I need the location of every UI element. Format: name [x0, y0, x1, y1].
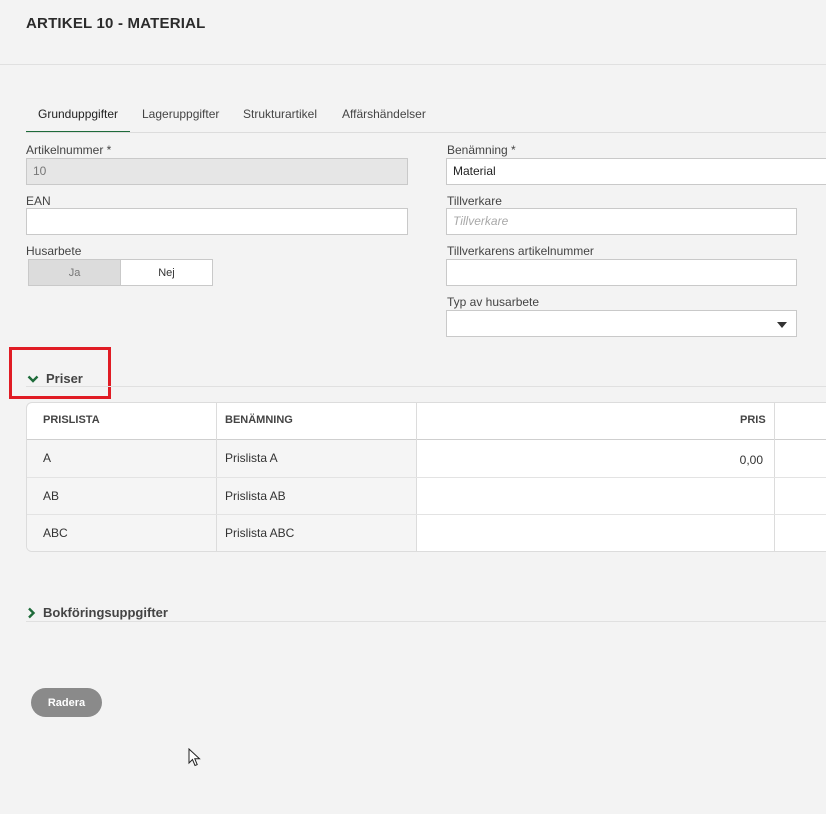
- table-cell-benamning: Prislista AB: [225, 489, 286, 503]
- bokforing-title: Bokföringsuppgifter: [43, 605, 168, 620]
- column-header-pris: PRIS: [740, 414, 766, 426]
- husarbete-option-nej[interactable]: Nej: [120, 260, 212, 285]
- header-divider: [0, 64, 826, 65]
- tabs-divider: [26, 132, 826, 133]
- tillverkare-field[interactable]: Tillverkare: [446, 208, 797, 235]
- mouse-cursor-icon: [188, 748, 201, 767]
- row-divider: [27, 477, 826, 478]
- tab-grunduppgifter[interactable]: Grunduppgifter: [38, 107, 118, 121]
- bokforing-section-toggle[interactable]: Bokföringsuppgifter: [27, 605, 168, 620]
- bokforing-divider: [26, 621, 826, 622]
- page-title: ARTIKEL 10 - MATERIAL: [26, 15, 206, 32]
- tab-lageruppgifter[interactable]: Lageruppgifter: [142, 107, 219, 121]
- dropdown-arrow-icon: [777, 322, 787, 328]
- priser-section-toggle[interactable]: Priser: [27, 371, 83, 386]
- ean-field[interactable]: [26, 208, 408, 235]
- benamning-label: Benämning *: [447, 143, 516, 157]
- typ-av-husarbete-select[interactable]: [446, 310, 797, 337]
- tillverkare-placeholder: Tillverkare: [453, 214, 509, 228]
- table-cell-prislista: ABC: [43, 526, 68, 540]
- table-cell-benamning: Prislista A: [225, 451, 278, 465]
- column-header-prislista: PRISLISTA: [43, 414, 100, 426]
- table-cell-prislista: AB: [43, 489, 60, 503]
- artikelnummer-field[interactable]: 10: [26, 158, 408, 185]
- husarbete-label: Husarbete: [26, 244, 82, 258]
- tab-affarshandelser[interactable]: Affärshändelser: [342, 107, 426, 121]
- chevron-right-icon: [28, 607, 36, 618]
- tillverkare-label: Tillverkare: [447, 194, 502, 208]
- husarbete-toggle: Ja Nej: [28, 259, 213, 286]
- benamning-field[interactable]: Material: [446, 158, 826, 185]
- tab-strukturartikel[interactable]: Strukturartikel: [243, 107, 317, 121]
- table-cell-prislista: A: [43, 451, 52, 465]
- ean-label: EAN: [26, 194, 51, 208]
- row-divider: [27, 514, 826, 515]
- readonly-cells-bg: [27, 440, 416, 551]
- husarbete-option-ja[interactable]: Ja: [29, 260, 120, 285]
- artikelnummer-label: Artikelnummer *: [26, 143, 112, 157]
- tillverkarens-artikelnummer-label: Tillverkarens artikelnummer: [447, 244, 594, 258]
- chevron-down-icon: [27, 375, 39, 383]
- priser-table: PRISLISTA BENÄMNING PRIS A Prislista A 0…: [26, 402, 826, 552]
- priser-title: Priser: [46, 371, 83, 386]
- tillverkarens-artikelnummer-field[interactable]: [446, 259, 797, 286]
- table-cell-benamning: Prislista ABC: [225, 526, 295, 540]
- delete-button[interactable]: Radera: [31, 688, 102, 717]
- table-cell-pris[interactable]: 0,00: [740, 453, 763, 467]
- typ-av-husarbete-label: Typ av husarbete: [447, 295, 540, 309]
- column-header-benamning: BENÄMNING: [225, 414, 293, 426]
- priser-divider: [26, 386, 826, 387]
